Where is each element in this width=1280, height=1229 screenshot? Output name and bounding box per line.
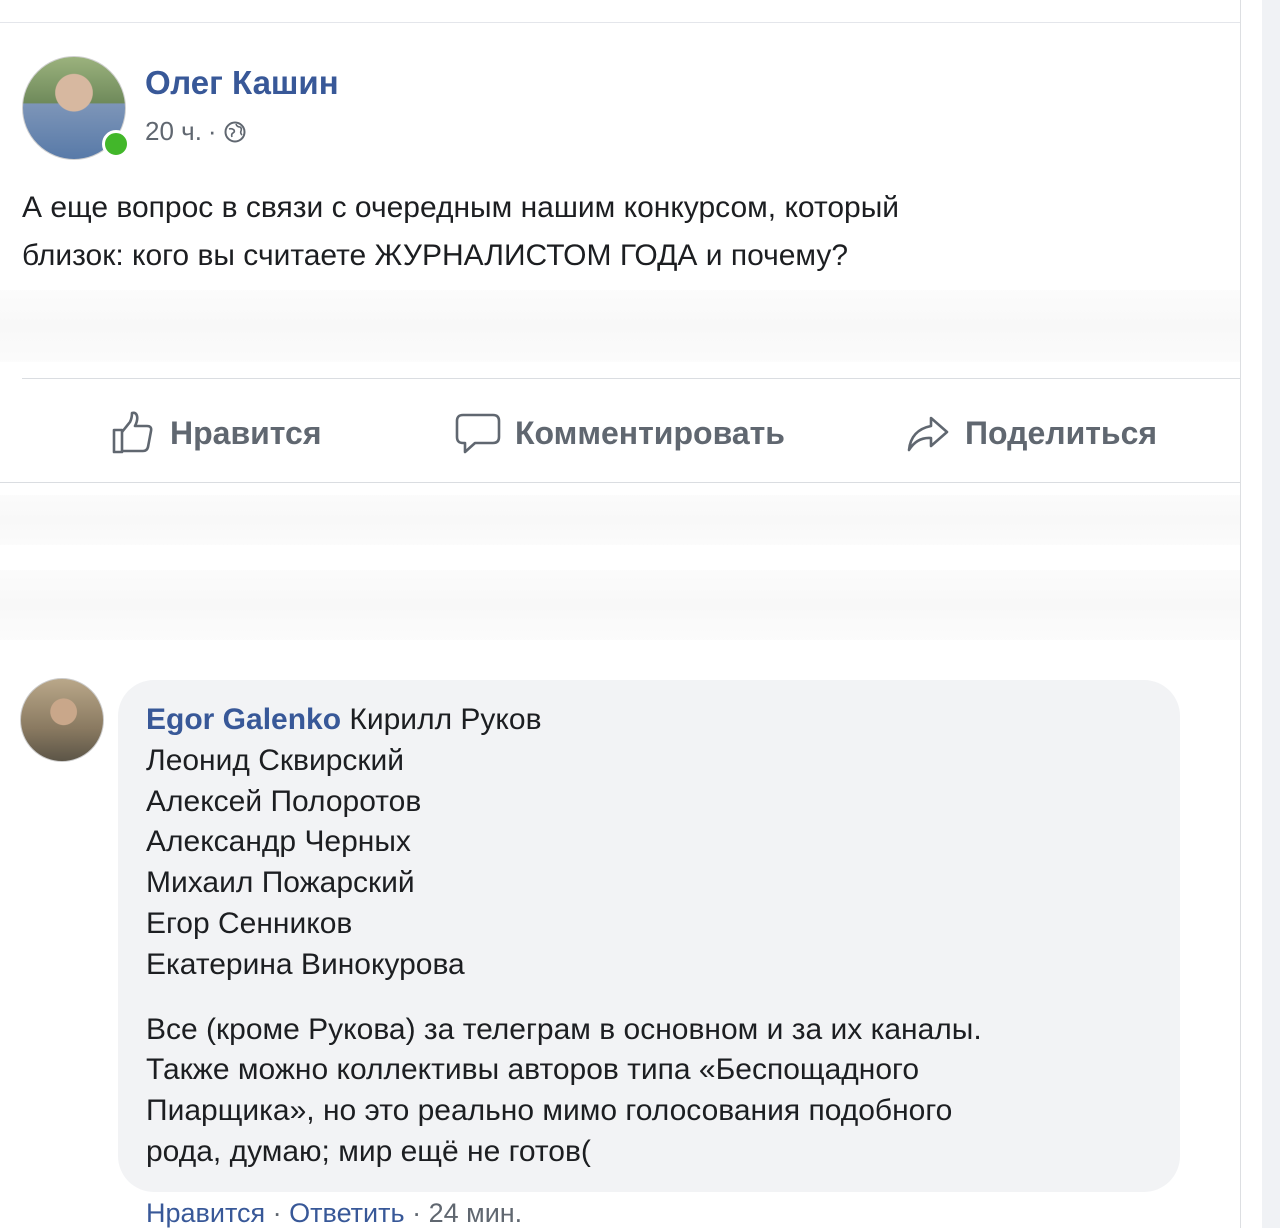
- online-status-indicator: [102, 130, 130, 158]
- globe-icon: [224, 121, 246, 142]
- comment-paragraph-line: Также можно коллективы авторов типа «Бес…: [146, 1053, 920, 1087]
- actions-bottom-divider: [0, 482, 1240, 483]
- comment-name-item: Александр Черных: [146, 825, 411, 859]
- separator: ·: [412, 1198, 429, 1228]
- commenter-name[interactable]: Egor Galenko: [146, 703, 341, 736]
- speech-bubble-icon: [455, 413, 501, 454]
- comment-paragraph-line: рода, думаю; мир ещё не готов(: [146, 1134, 591, 1168]
- comment-name-item: Леонид Сквирский: [146, 743, 405, 777]
- post-text: А еще вопрос в связи с очередным нашим к…: [22, 184, 1222, 280]
- comment-actions: Нравится · Ответить · 24 мин.: [146, 1198, 522, 1229]
- blurred-region: [0, 290, 1240, 362]
- comment-paragraph-line: Все (кроме Рукова) за телеграм в основно…: [146, 1012, 982, 1046]
- blurred-region: [0, 570, 1240, 640]
- comment-body: Egor Galenko Кирилл Руков Леонид Сквирск…: [146, 700, 1156, 1173]
- share-button[interactable]: Поделиться: [905, 408, 1157, 458]
- commenter-avatar[interactable]: [20, 678, 104, 762]
- meta-separator: ·: [207, 116, 217, 146]
- comment-paragraph-line: Пиарщика», но это реально мимо голосован…: [146, 1094, 953, 1128]
- share-label: Поделиться: [965, 414, 1158, 451]
- comment-button[interactable]: Комментировать: [455, 408, 785, 458]
- actions-top-divider: [22, 378, 1240, 379]
- comment-label: Комментировать: [515, 414, 785, 451]
- page-background-strip: [1262, 0, 1280, 1228]
- comment-paragraph: Все (кроме Рукова) за телеграм в основно…: [146, 1010, 1156, 1173]
- comment-name-item: Кирилл Руков: [349, 703, 542, 736]
- comment-time[interactable]: 24 мин.: [429, 1198, 523, 1228]
- separator: ·: [272, 1198, 290, 1228]
- comment-first-line: Egor Galenko Кирилл Руков: [146, 700, 1156, 741]
- post-meta: 20 ч. ·: [145, 116, 247, 147]
- post-card: Олег Кашин 20 ч. · А еще вопрос в связи …: [0, 0, 1241, 1228]
- comment-name-item: Екатерина Винокурова: [146, 947, 465, 981]
- comment-reply-link[interactable]: Ответить: [289, 1198, 404, 1228]
- like-label: Нравится: [170, 414, 322, 451]
- comment-name-item: Егор Сенников: [146, 906, 353, 940]
- post-text-line: А еще вопрос в связи с очередным нашим к…: [22, 191, 900, 224]
- post-time[interactable]: 20 ч.: [145, 116, 202, 147]
- share-arrow-icon: [907, 416, 949, 452]
- comment-name-item: Михаил Пожарский: [146, 866, 415, 900]
- comment-like-link[interactable]: Нравится: [146, 1198, 265, 1228]
- top-divider: [0, 22, 1240, 23]
- post-text-line: близок: кого вы считаете ЖУРНАЛИСТОМ ГОД…: [22, 239, 849, 272]
- blurred-region: [0, 495, 1240, 545]
- like-button[interactable]: Нравится: [110, 408, 322, 458]
- thumbs-up-icon: [112, 411, 153, 454]
- comment-name-item: Алексей Полоротов: [146, 784, 422, 818]
- post-author-name[interactable]: Олег Кашин: [145, 64, 339, 102]
